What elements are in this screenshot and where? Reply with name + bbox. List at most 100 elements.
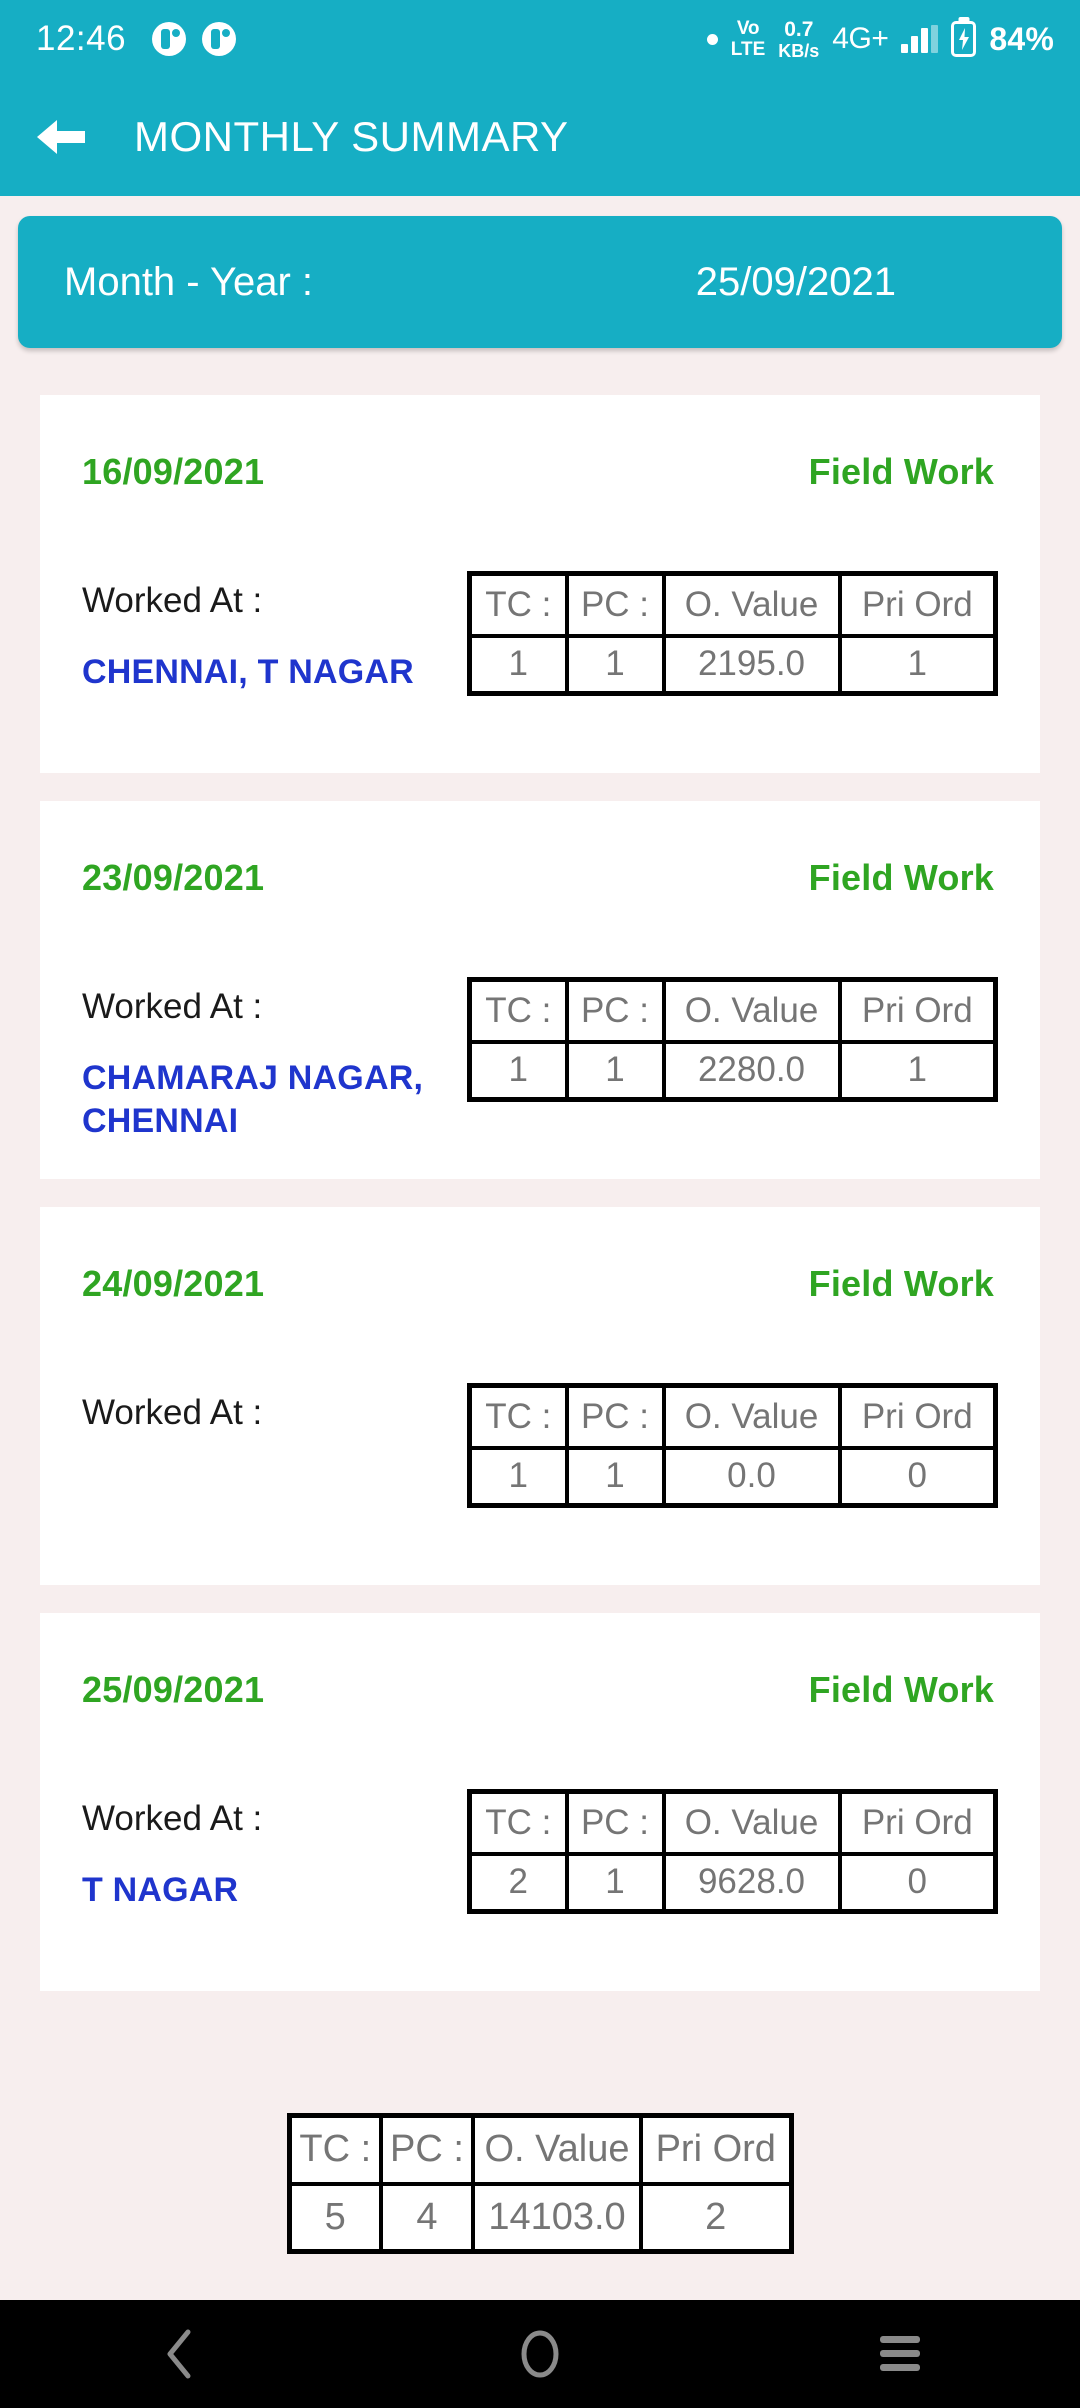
header-pc: PC :: [564, 1383, 666, 1450]
table-row: 1 1 2280.0 1: [467, 1039, 998, 1102]
network-speed-unit: KB/s: [778, 40, 820, 61]
card-work-type: Field Work: [808, 857, 994, 898]
header-pc: PC :: [564, 1789, 666, 1856]
cell-tc: 1: [467, 1039, 569, 1102]
signal-bars-icon: [901, 25, 939, 53]
worked-at-block: Worked At : CHENNAI, T NAGAR: [82, 571, 462, 694]
card-metrics-table: TC : PC : O. Value Pri Ord 1 1 2195.0 1: [467, 571, 998, 696]
header-pri-ord: Pri Ord: [837, 977, 998, 1044]
cell-pc: 1: [564, 1039, 666, 1102]
cell-pri-ord: 1: [837, 1039, 998, 1102]
card-work-type: Field Work: [808, 1669, 994, 1710]
cell-pc: 1: [564, 1851, 666, 1914]
card-header: 25/09/2021 Field Work: [82, 1641, 998, 1711]
network-speed-indicator: 0.7 KB/s: [778, 19, 819, 60]
table-header-row: TC : PC : O. Value Pri Ord: [287, 2113, 793, 2186]
card-header: 16/09/2021 Field Work: [82, 423, 998, 493]
totals-header-o-value: O. Value: [471, 2113, 643, 2186]
table-row: 5 4 14103.0 2: [287, 2181, 793, 2254]
list-item[interactable]: 23/09/2021 Field Work Worked At : CHAMAR…: [40, 801, 1040, 1179]
volte-icon: Vo LTE: [731, 19, 765, 59]
header-pri-ord: Pri Ord: [837, 1383, 998, 1450]
cell-pri-ord: 0: [837, 1851, 998, 1914]
cell-tc: 1: [467, 1445, 569, 1508]
app-bar: MONTHLY SUMMARY: [0, 78, 1080, 196]
recents-menu-icon[interactable]: [840, 2300, 960, 2408]
header-pri-ord: Pri Ord: [837, 1789, 998, 1856]
battery-charging-icon: [951, 21, 977, 57]
cell-pc: 1: [564, 1445, 666, 1508]
arrow-left-icon[interactable]: [30, 106, 92, 168]
cell-pc: 1: [564, 633, 666, 696]
totals-header-pri-ord: Pri Ord: [639, 2113, 793, 2186]
back-chevron-icon[interactable]: [120, 2300, 240, 2408]
cell-o-value: 2280.0: [661, 1039, 842, 1102]
status-bar-clock: 12:46: [36, 19, 127, 58]
battery-percent-label: 84%: [989, 20, 1054, 57]
table-row: 1 1 0.0 0: [467, 1445, 998, 1508]
table-header-row: TC : PC : O. Value Pri Ord: [467, 977, 998, 1044]
card-body: Worked At : CHENNAI, T NAGAR TC : PC : O…: [82, 571, 998, 696]
cell-o-value: 0.0: [661, 1445, 842, 1508]
header-o-value: O. Value: [661, 571, 842, 638]
status-dot-icon: [706, 33, 718, 45]
month-year-label: Month - Year :: [64, 259, 314, 304]
card-date: 24/09/2021: [82, 1263, 265, 1304]
totals-header-pc: PC :: [379, 2113, 475, 2186]
header-pc: PC :: [564, 977, 666, 1044]
card-date: 23/09/2021: [82, 857, 265, 898]
card-metrics-table: TC : PC : O. Value Pri Ord 1 1 0.0 0: [467, 1383, 998, 1508]
card-body: Worked At : CHAMARAJ NAGAR, CHENNAI TC :…: [82, 977, 998, 1142]
worked-at-label: Worked At :: [82, 1393, 263, 1432]
card-metrics-table: TC : PC : O. Value Pri Ord 2 1 9628.0 0: [467, 1789, 998, 1914]
cell-tc: 1: [467, 633, 569, 696]
card-date: 16/09/2021: [82, 451, 265, 492]
card-header: 23/09/2021 Field Work: [82, 829, 998, 899]
header-tc: TC :: [467, 1789, 569, 1856]
worked-at-block: Worked At : T NAGAR: [82, 1789, 462, 1912]
header-o-value: O. Value: [661, 977, 842, 1044]
totals-header-tc: TC :: [287, 2113, 383, 2186]
worked-at-label: Worked At :: [82, 987, 263, 1026]
status-bar: 12:46 Vo LTE 0.7 KB/s 4G+ 84%: [0, 0, 1080, 78]
totals-cell-pc: 4: [379, 2181, 475, 2254]
worked-at-block: Worked At : CHAMARAJ NAGAR, CHENNAI: [82, 977, 462, 1142]
cell-o-value: 2195.0: [661, 633, 842, 696]
totals-cell-tc: 5: [287, 2181, 383, 2254]
list-item[interactable]: 25/09/2021 Field Work Worked At : T NAGA…: [40, 1613, 1040, 1991]
list-item[interactable]: 16/09/2021 Field Work Worked At : CHENNA…: [40, 395, 1040, 773]
card-date: 25/09/2021: [82, 1669, 265, 1710]
header-pri-ord: Pri Ord: [837, 571, 998, 638]
header-o-value: O. Value: [661, 1383, 842, 1450]
status-bar-notification-icons: [152, 22, 237, 56]
phone-screen: 12:46 Vo LTE 0.7 KB/s 4G+ 84% MONTHLY SU…: [0, 0, 1080, 2408]
card-body: Worked At : T NAGAR TC : PC : O. Value P…: [82, 1789, 998, 1914]
notification-circle-icon: [202, 22, 237, 56]
card-body: Worked At : TC : PC : O. Value Pri Ord 1…: [82, 1383, 998, 1508]
home-circle-icon[interactable]: [480, 2300, 600, 2408]
table-row: 2 1 9628.0 0: [467, 1851, 998, 1914]
worked-at-place: CHAMARAJ NAGAR, CHENNAI: [82, 1059, 424, 1140]
cell-pri-ord: 1: [837, 633, 998, 696]
worked-at-block: Worked At :: [82, 1383, 462, 1433]
month-year-banner[interactable]: Month - Year : 25/09/2021: [18, 216, 1062, 348]
worked-at-place: T NAGAR: [82, 1871, 239, 1909]
totals-cell-o-value: 14103.0: [471, 2181, 643, 2254]
list-item[interactable]: 24/09/2021 Field Work Worked At : TC : P…: [40, 1207, 1040, 1585]
page-title: MONTHLY SUMMARY: [134, 113, 569, 160]
header-pc: PC :: [564, 571, 666, 638]
card-work-type: Field Work: [808, 451, 994, 492]
table-header-row: TC : PC : O. Value Pri Ord: [467, 1789, 998, 1856]
network-type-label: 4G+: [832, 22, 889, 55]
volte-label-bottom: LTE: [730, 39, 766, 60]
table-row: 1 1 2195.0 1: [467, 633, 998, 696]
cell-tc: 2: [467, 1851, 569, 1914]
worked-at-label: Worked At :: [82, 581, 263, 620]
header-tc: TC :: [467, 977, 569, 1044]
header-o-value: O. Value: [661, 1789, 842, 1856]
notification-circle-icon: [152, 22, 187, 56]
card-header: 24/09/2021 Field Work: [82, 1235, 998, 1305]
totals-section: TC : PC : O. Value Pri Ord 5 4 14103.0 2: [0, 2113, 1080, 2254]
volte-label-top: Vo: [736, 18, 760, 39]
card-work-type: Field Work: [808, 1263, 994, 1304]
